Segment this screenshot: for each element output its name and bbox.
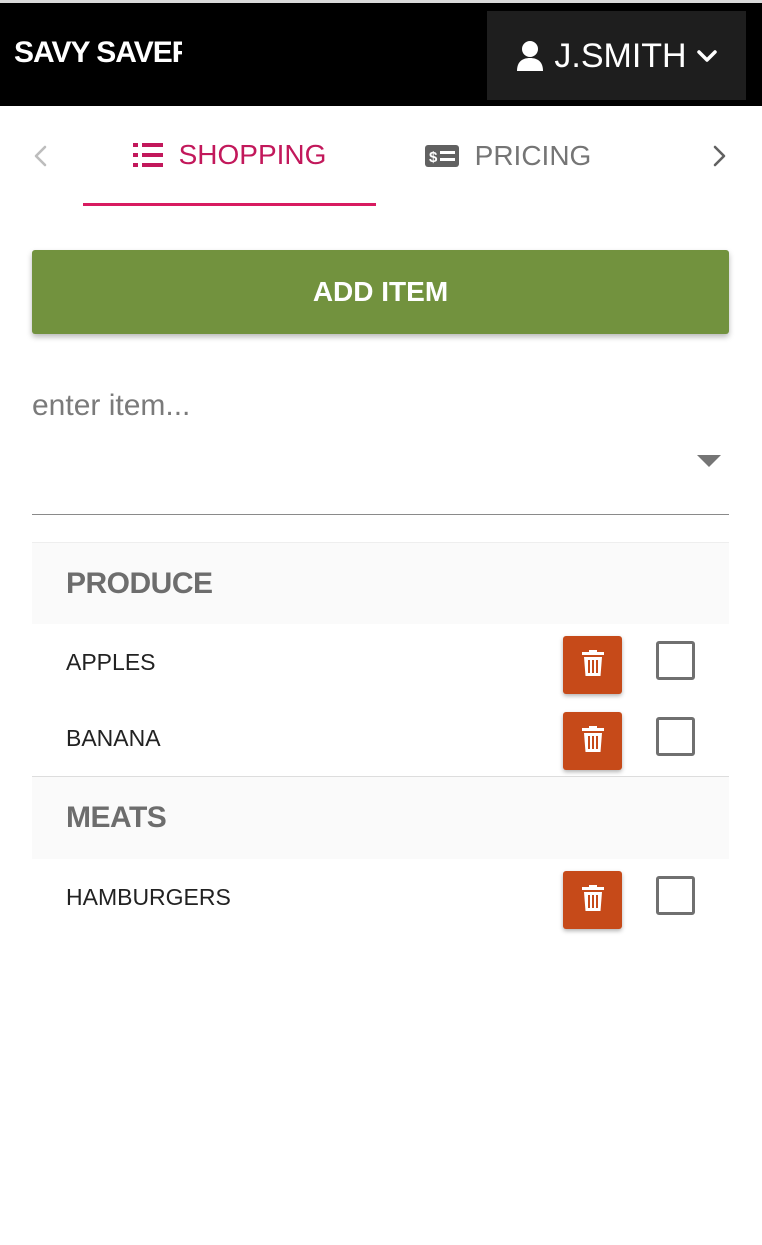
item-input[interactable]: [32, 384, 672, 428]
chevron-down-icon: [696, 49, 717, 63]
trash-icon: [581, 725, 604, 757]
tab-shopping-label: SHOPPING: [178, 138, 327, 170]
delete-item-button[interactable]: [563, 712, 622, 770]
item-name: BANANA: [66, 724, 161, 751]
item-combobox: [32, 370, 729, 515]
item-checkbox[interactable]: [656, 717, 695, 756]
user-icon: [516, 40, 544, 72]
item-name: HAMBURGERS: [66, 883, 231, 910]
chevron-left-icon[interactable]: [29, 144, 53, 168]
price-tag-icon: $: [424, 143, 459, 169]
shopping-list: PRODUCE APPLES BANANA MEATS HAMBURGERS: [32, 542, 729, 935]
add-item-button[interactable]: ADD ITEM: [32, 250, 729, 334]
chevron-right-icon[interactable]: [707, 144, 731, 168]
delete-item-button[interactable]: [563, 871, 622, 929]
trash-icon: [581, 649, 604, 681]
item-name: APPLES: [66, 648, 156, 675]
user-name-label: J.SMITH: [554, 36, 687, 75]
svg-text:$: $: [429, 149, 438, 166]
delete-item-button[interactable]: [563, 636, 622, 694]
list-item: BANANA: [32, 700, 729, 776]
list-item: HAMBURGERS: [32, 859, 729, 935]
user-menu-button[interactable]: J.SMITH: [487, 11, 746, 100]
category-header-produce: PRODUCE: [32, 542, 729, 624]
item-checkbox[interactable]: [656, 641, 695, 680]
tab-pricing-label: PRICING: [474, 140, 592, 171]
brand-logo-text: SAVY SAVER: [14, 36, 182, 69]
category-header-meats: MEATS: [32, 777, 729, 859]
dropdown-arrow-icon[interactable]: [697, 454, 721, 468]
app-header: SAVY SAVER J.SMITH: [0, 0, 762, 106]
tab-shopping[interactable]: SHOPPING: [83, 106, 376, 206]
tab-pricing[interactable]: $ PRICING: [400, 106, 616, 206]
tab-bar: SHOPPING $ PRICING: [0, 106, 762, 208]
item-checkbox[interactable]: [656, 876, 695, 915]
trash-icon: [581, 884, 604, 916]
list-icon: [132, 142, 163, 168]
list-item: APPLES: [32, 624, 729, 700]
